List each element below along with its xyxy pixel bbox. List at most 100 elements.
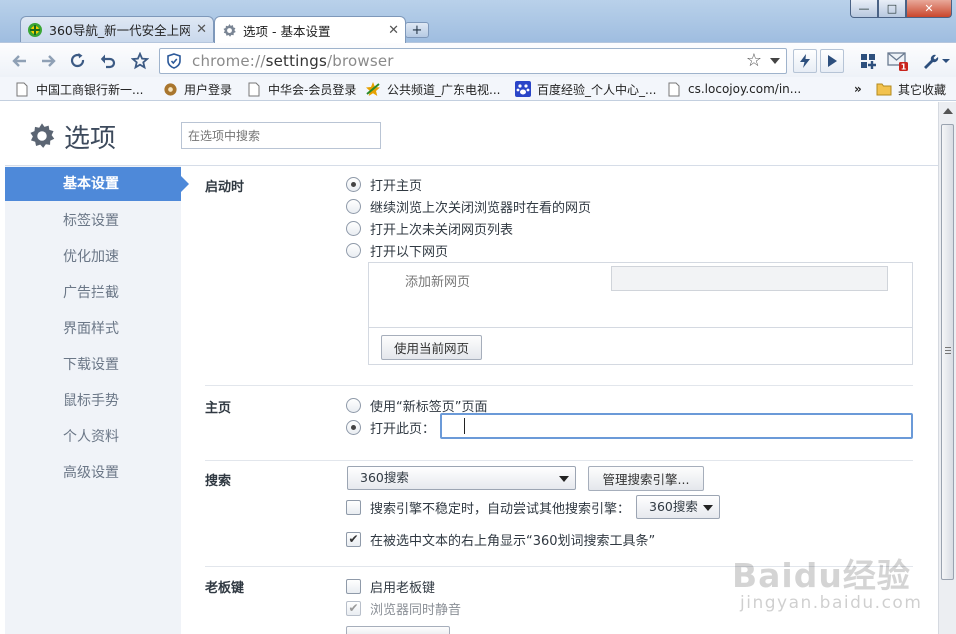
radio-button[interactable] [346, 177, 361, 192]
use-current-pages-button[interactable]: 使用当前网页 [381, 335, 483, 360]
tab-360-navigation[interactable]: 360导航_新一代安全上网导航 ✕ [20, 16, 214, 42]
close-tab-icon[interactable]: ✕ [196, 22, 207, 37]
undo-icon [100, 54, 116, 69]
bookmark-item[interactable]: 用户登录 [162, 80, 232, 98]
page-header: 选项 [0, 102, 938, 166]
star-outline-icon [131, 52, 149, 70]
bosskey-enable-option[interactable]: 启用老板键 [346, 577, 435, 596]
vertical-scrollbar[interactable] [938, 102, 956, 634]
tab-settings[interactable]: 选项 - 基本设置 ✕ [214, 16, 406, 43]
scroll-up-icon[interactable] [943, 108, 953, 114]
scrollbar-thumb[interactable] [941, 124, 954, 580]
reload-button[interactable] [66, 49, 90, 73]
search-engine-select[interactable]: 360搜索 [347, 466, 576, 490]
sidebar-item-optimize[interactable]: 优化加速 [5, 240, 181, 274]
lightning-icon [800, 54, 810, 68]
bookmark-item[interactable]: cs.locojoy.com/in... [666, 80, 801, 98]
text-caret [464, 418, 465, 434]
bookmarks-overflow-button[interactable]: » [854, 80, 862, 98]
bookmark-label: 公共频道_广东电视... [387, 82, 501, 97]
bookmark-label: 用户登录 [184, 82, 233, 97]
sidebar-item-mouse-gestures[interactable]: 鼠标手势 [5, 384, 181, 418]
section-divider [205, 385, 913, 386]
sidebar-item-adblock[interactable]: 广告拦截 [5, 276, 181, 310]
maximize-button[interactable]: □ [878, 0, 906, 18]
checkbox[interactable] [346, 579, 361, 594]
fallback-engine-select[interactable]: 360搜索 [636, 495, 720, 519]
folder-icon [876, 81, 892, 97]
sidebar-item-appearance[interactable]: 界面样式 [5, 312, 181, 346]
divider [369, 327, 912, 328]
homepage-url-input[interactable] [440, 413, 913, 439]
close-tab-icon[interactable]: ✕ [388, 23, 399, 38]
window-controls: — □ ✕ [850, 0, 952, 18]
title-bar: 360导航_新一代安全上网导航 ✕ 选项 - 基本设置 ✕ + — □ ✕ [0, 0, 956, 43]
sidebar-item-basic[interactable]: 基本设置 [5, 167, 189, 201]
sidebar-item-downloads[interactable]: 下载设置 [5, 348, 181, 382]
bosskey-settings-button[interactable] [346, 626, 450, 634]
browser-toolbar: chrome://settings/browser ☆ 1 [0, 42, 956, 77]
startup-pages-list: 添加新网页 使用当前网页 [368, 262, 913, 365]
manage-search-engines-button[interactable]: 管理搜索引擎... [588, 466, 704, 491]
tools-menu-button[interactable] [920, 49, 952, 73]
section-divider [205, 460, 913, 461]
speed-mode-button[interactable] [793, 49, 817, 73]
bookmark-item[interactable]: 中国工商银行新一... [14, 80, 143, 98]
options-search-input[interactable] [181, 122, 381, 149]
favorite-button[interactable] [128, 49, 152, 73]
radio-button[interactable] [346, 398, 361, 413]
sidebar-item-advanced[interactable]: 高级设置 [5, 456, 181, 490]
bookmark-item[interactable]: 公共频道_广东电视... [365, 80, 500, 98]
bookmark-label: 中华会-会员登录 [268, 82, 357, 97]
bookmark-item[interactable]: 中华会-会员登录 [246, 80, 356, 98]
close-window-button[interactable]: ✕ [906, 0, 952, 18]
apps-grid-icon [861, 54, 876, 69]
bookmark-label: 其它收藏 [898, 82, 947, 97]
startup-open-unclosed-list[interactable]: 打开上次未关闭网页列表 [346, 219, 513, 238]
radio-button[interactable] [346, 221, 361, 236]
checkbox[interactable] [346, 500, 361, 515]
bookmark-label: 百度经验_个人中心_... [537, 82, 657, 97]
add-page-input[interactable] [611, 266, 888, 291]
startup-continue-session[interactable]: 继续浏览上次关闭浏览器时在看的网页 [346, 197, 591, 216]
search-toolbar-option[interactable]: ✔ 在被选中文本的右上角显示“360划词搜索工具条” [346, 530, 655, 549]
startup-open-homepage[interactable]: 打开主页 [346, 175, 422, 194]
radio-button[interactable] [346, 420, 361, 435]
bosskey-mute-option: ✔ 浏览器同时静音 [346, 599, 461, 618]
checkbox[interactable]: ✔ [346, 532, 361, 547]
sidebar-item-profile[interactable]: 个人资料 [5, 420, 181, 454]
bookmark-label: 中国工商银行新一... [36, 82, 144, 97]
url-dropdown-icon[interactable] [770, 58, 780, 64]
extensions-button[interactable] [856, 49, 880, 73]
back-button[interactable] [8, 49, 32, 73]
address-bar[interactable]: chrome://settings/browser ☆ [159, 48, 787, 74]
settings-page: 选项 基本设置 标签设置 优化加速 广告拦截 界面样式 下载设置 鼠标手势 个人… [0, 102, 938, 634]
checkbox: ✔ [346, 601, 361, 616]
360-logo-icon [27, 22, 43, 38]
add-page-label: 添加新网页 [405, 275, 471, 290]
forward-button[interactable] [36, 49, 60, 73]
startup-open-following-pages[interactable]: 打开以下网页 [346, 241, 448, 260]
page-icon [246, 81, 262, 97]
bookmark-item[interactable]: 百度经验_个人中心_... [515, 80, 656, 98]
play-button[interactable] [820, 49, 844, 73]
sidebar-item-tabs[interactable]: 标签设置 [5, 204, 181, 238]
shield-icon [166, 53, 182, 69]
back-arrow-icon [12, 55, 26, 67]
page-icon [14, 81, 30, 97]
radio-button[interactable] [346, 243, 361, 258]
search-fallback-option[interactable]: 搜索引擎不稳定时，自动尝试其他搜索引擎： [346, 498, 630, 517]
bookmark-label: cs.locojoy.com/in... [688, 82, 802, 96]
gear-icon [221, 22, 237, 38]
bosskey-label: 老板键 [205, 581, 245, 596]
other-bookmarks-folder[interactable]: 其它收藏 [876, 80, 946, 98]
gear-icon [28, 122, 56, 150]
bookmark-star-icon[interactable]: ☆ [746, 50, 762, 71]
minimize-button[interactable]: — [850, 0, 878, 18]
mail-button[interactable]: 1 [886, 49, 910, 73]
gear-favicon-icon [162, 81, 178, 97]
radio-button[interactable] [346, 199, 361, 214]
new-tab-button[interactable]: + [405, 22, 429, 38]
undo-close-tab-button[interactable] [96, 49, 120, 73]
homepage-open-this-page[interactable]: 打开此页： [346, 418, 435, 437]
